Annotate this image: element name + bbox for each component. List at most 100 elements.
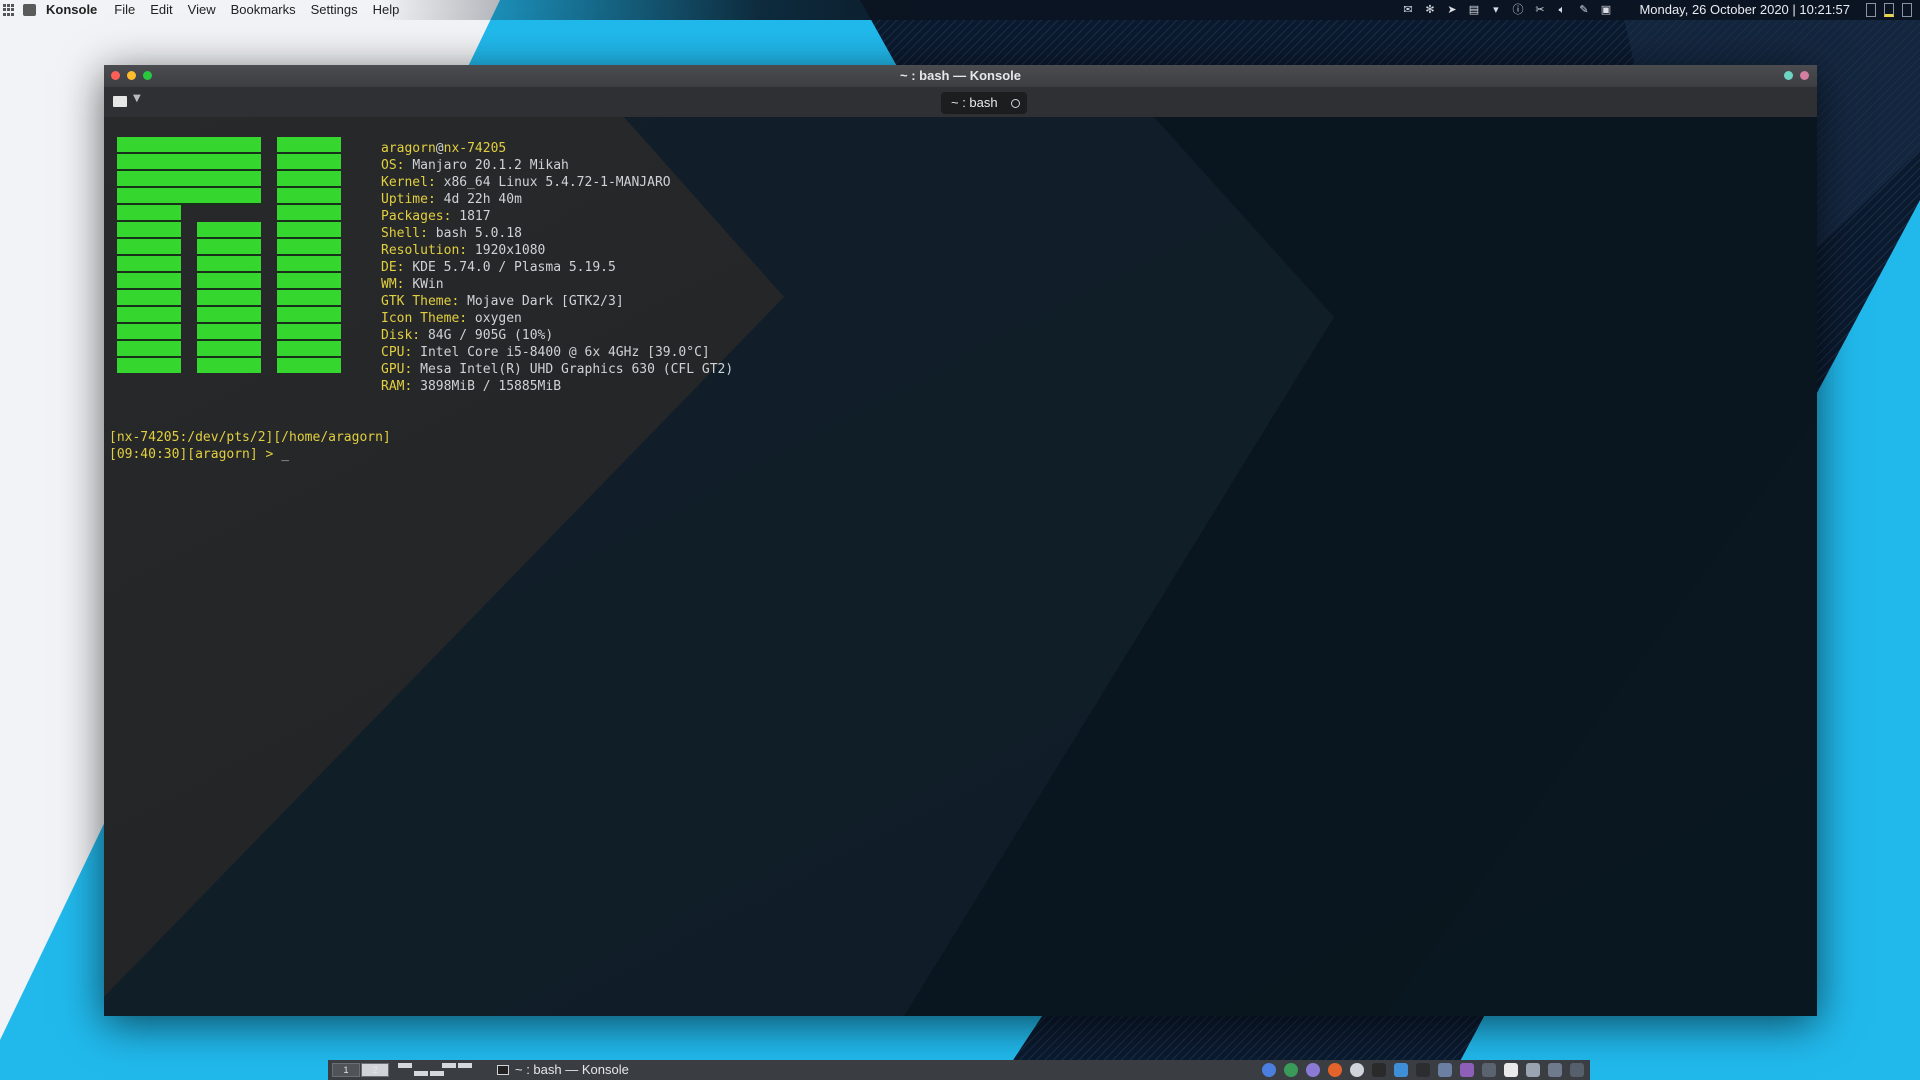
username: aragorn [381,141,436,156]
calculator-icon[interactable] [1482,1063,1496,1077]
trash-icon[interactable] [1526,1063,1540,1077]
window-title: ~ : bash — Konsole [900,68,1021,83]
scissors-icon[interactable]: ✂ [1533,3,1546,16]
system-info-line: Icon Theme: oxygen [381,310,733,327]
terminal-icon[interactable] [1416,1063,1430,1077]
system-info-key: DE: [381,260,405,275]
system-info-value: x86_64 Linux 5.4.72-1-MANJARO [443,175,671,190]
files-icon[interactable] [1438,1063,1452,1077]
system-info: aragorn@nx-74205 OS: Manjaro 20.1.2 Mikah… [381,140,733,395]
system-info-key: RAM: [381,379,413,394]
info-icon[interactable]: ⓘ [1511,3,1524,16]
system-info-line: GTK Theme: Mojave Dark [GTK2/3] [381,293,733,310]
menu-settings[interactable]: Settings [311,0,358,20]
workspace-indicator-2[interactable] [1884,3,1894,17]
disk-icon[interactable] [1570,1063,1584,1077]
font-icon[interactable] [1504,1063,1518,1077]
top-panel: Konsole File Edit View Bookmarks Setting… [0,0,1920,20]
workspace-indicator-3[interactable] [1902,3,1912,17]
inkscape-icon[interactable] [1372,1063,1386,1077]
window-titlebar[interactable]: ~ : bash — Konsole [104,65,1817,87]
konsole-app-icon [23,4,36,16]
system-info-line: CPU: Intel Core i5-8400 @ 6x 4GHz [39.0°… [381,344,733,361]
menu-help[interactable]: Help [373,0,400,20]
system-info-key: Uptime: [381,192,436,207]
firefox-icon[interactable] [1328,1063,1342,1077]
tab-bar: ▼ ~ : bash [104,87,1817,117]
expand-arrow-icon[interactable]: ▾ [1489,3,1502,16]
system-info-key: Resolution: [381,243,468,258]
pager-desktop-1[interactable]: 1 [332,1063,360,1077]
launcher-icons [1254,1063,1584,1077]
keep-above-button[interactable] [1784,71,1793,80]
apps-icon[interactable] [1460,1063,1474,1077]
app-launcher-icon[interactable] [3,4,15,16]
system-info-key: Icon Theme: [381,311,468,326]
system-info-key: Disk: [381,328,421,343]
bottom-taskbar: 1 2 ~ : bash — Konsole [328,1060,1590,1080]
konsole-window: ~ : bash — Konsole ▼ ~ : bash aragorn@nx… [104,65,1817,1016]
clock[interactable]: Monday, 26 October 2020 | 10:21:57 [1639,0,1850,20]
prompt-time-user: [09:40:30][aragorn] > [109,447,282,462]
shade-button[interactable] [1800,71,1809,80]
menu-edit[interactable]: Edit [150,0,172,20]
menu-file[interactable]: File [114,0,135,20]
prompt-input-line[interactable]: [09:40:30][aragorn] > _ [109,446,391,463]
tab-close-icon[interactable] [1011,99,1020,108]
minimize-button[interactable] [127,71,136,80]
system-info-key: GPU: [381,362,413,377]
feather-icon[interactable] [1284,1063,1298,1077]
system-info-key: Packages: [381,209,452,224]
manjaro-logo [117,137,343,373]
hostname: nx-74205 [443,141,507,156]
clipboard-icon[interactable]: ▣ [1599,3,1612,16]
system-info-line: Disk: 84G / 905G (10%) [381,327,733,344]
text-cursor: _ [281,447,290,462]
telegram-icon[interactable]: ➤ [1445,3,1458,16]
tab-bash[interactable]: ~ : bash [941,92,1027,114]
menu-view[interactable]: View [188,0,216,20]
tab-label: ~ : bash [951,95,998,110]
system-info-line: Resolution: 1920x1080 [381,242,733,259]
desktop-pager[interactable]: 1 2 [332,1063,390,1077]
system-info-value: 84G / 905G (10%) [427,328,554,343]
new-tab-dropdown-icon[interactable]: ▼ [133,93,141,104]
menu-bookmarks[interactable]: Bookmarks [231,0,296,20]
terminal-area[interactable]: aragorn@nx-74205 OS: Manjaro 20.1.2 Mikah… [104,117,1817,1016]
system-info-key: Shell: [381,226,428,241]
taskbar-task-title: ~ : bash — Konsole [515,1062,629,1077]
system-info-key: WM: [381,277,405,292]
new-tab-icon[interactable] [113,96,127,107]
user-host-line: aragorn@nx-74205 [381,140,733,157]
system-info-value: 1920x1080 [474,243,546,258]
close-button[interactable] [111,71,120,80]
system-info-value: Manjaro 20.1.2 Mikah [412,158,569,173]
taskbar-konsole-task[interactable]: ~ : bash — Konsole [497,1060,629,1080]
system-info-value: Mesa Intel(R) UHD Graphics 630 (CFL GT2) [420,362,734,377]
chat-icon[interactable]: ▤ [1467,3,1480,16]
people-icon[interactable] [1394,1063,1408,1077]
mail-icon[interactable]: ✉ [1401,3,1414,16]
volume-icon[interactable]: 🔈︎ [1555,3,1568,16]
at-sign: @ [435,141,444,156]
konsole-task-icon [497,1065,509,1075]
pager-desktop-2[interactable]: 2 [361,1063,389,1077]
workspace-indicator-1[interactable] [1866,3,1876,17]
notes-icon[interactable]: ✎ [1577,3,1590,16]
system-info-value: bash 5.0.18 [435,226,522,241]
system-info-line: OS: Manjaro 20.1.2 Mikah [381,157,733,174]
system-info-line: Packages: 1817 [381,208,733,225]
system-info-value: 1817 [459,209,491,224]
monitor-icon[interactable] [1548,1063,1562,1077]
shell-prompt[interactable]: [nx-74205:/dev/pts/2][/home/aragorn] [09:… [109,429,391,463]
system-info-value: Intel Core i5-8400 @ 6x 4GHz [39.0°C] [420,345,710,360]
browser-icon[interactable] [1306,1063,1320,1077]
active-app-name: Konsole [46,2,98,17]
chrome-icon[interactable] [1262,1063,1276,1077]
settings-icon[interactable]: ✻ [1423,3,1436,16]
system-info-line: Shell: bash 5.0.18 [381,225,733,242]
system-info-line: Uptime: 4d 22h 40m [381,191,733,208]
maximize-button[interactable] [143,71,152,80]
circle-app-icon[interactable] [1350,1063,1364,1077]
prompt-path-line: [nx-74205:/dev/pts/2][/home/aragorn] [109,430,391,445]
